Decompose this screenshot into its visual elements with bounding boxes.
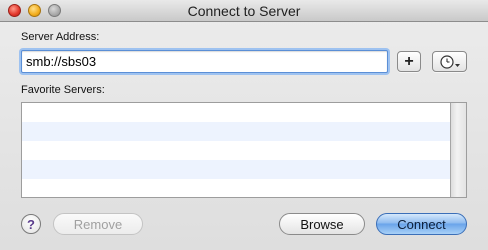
list-item[interactable]: [22, 141, 450, 160]
server-address-input[interactable]: [21, 50, 388, 73]
browse-button[interactable]: Browse: [279, 213, 365, 235]
favorite-servers-rows: [22, 103, 450, 197]
favorite-servers-label: Favorite Servers:: [21, 84, 105, 96]
list-item[interactable]: [22, 160, 450, 179]
title-bar: Connect to Server: [0, 0, 488, 22]
dropdown-arrow-icon: [454, 63, 460, 67]
vertical-scrollbar[interactable]: [450, 103, 466, 197]
favorite-servers-list[interactable]: [21, 102, 467, 198]
help-button[interactable]: ?: [21, 214, 41, 234]
server-address-label: Server Address:: [21, 31, 100, 43]
list-item[interactable]: [22, 179, 450, 197]
plus-icon: +: [404, 52, 414, 70]
list-item[interactable]: [22, 103, 450, 122]
help-icon: ?: [27, 216, 35, 232]
recent-servers-button[interactable]: [432, 51, 467, 72]
connect-to-server-window: Connect to Server Server Address: + Favo…: [0, 0, 488, 250]
connect-button[interactable]: Connect: [376, 213, 467, 235]
remove-button[interactable]: Remove: [53, 213, 143, 235]
add-to-favorites-button[interactable]: +: [397, 51, 421, 72]
list-item[interactable]: [22, 122, 450, 141]
clock-icon: [439, 54, 460, 69]
window-title: Connect to Server: [187, 3, 301, 19]
